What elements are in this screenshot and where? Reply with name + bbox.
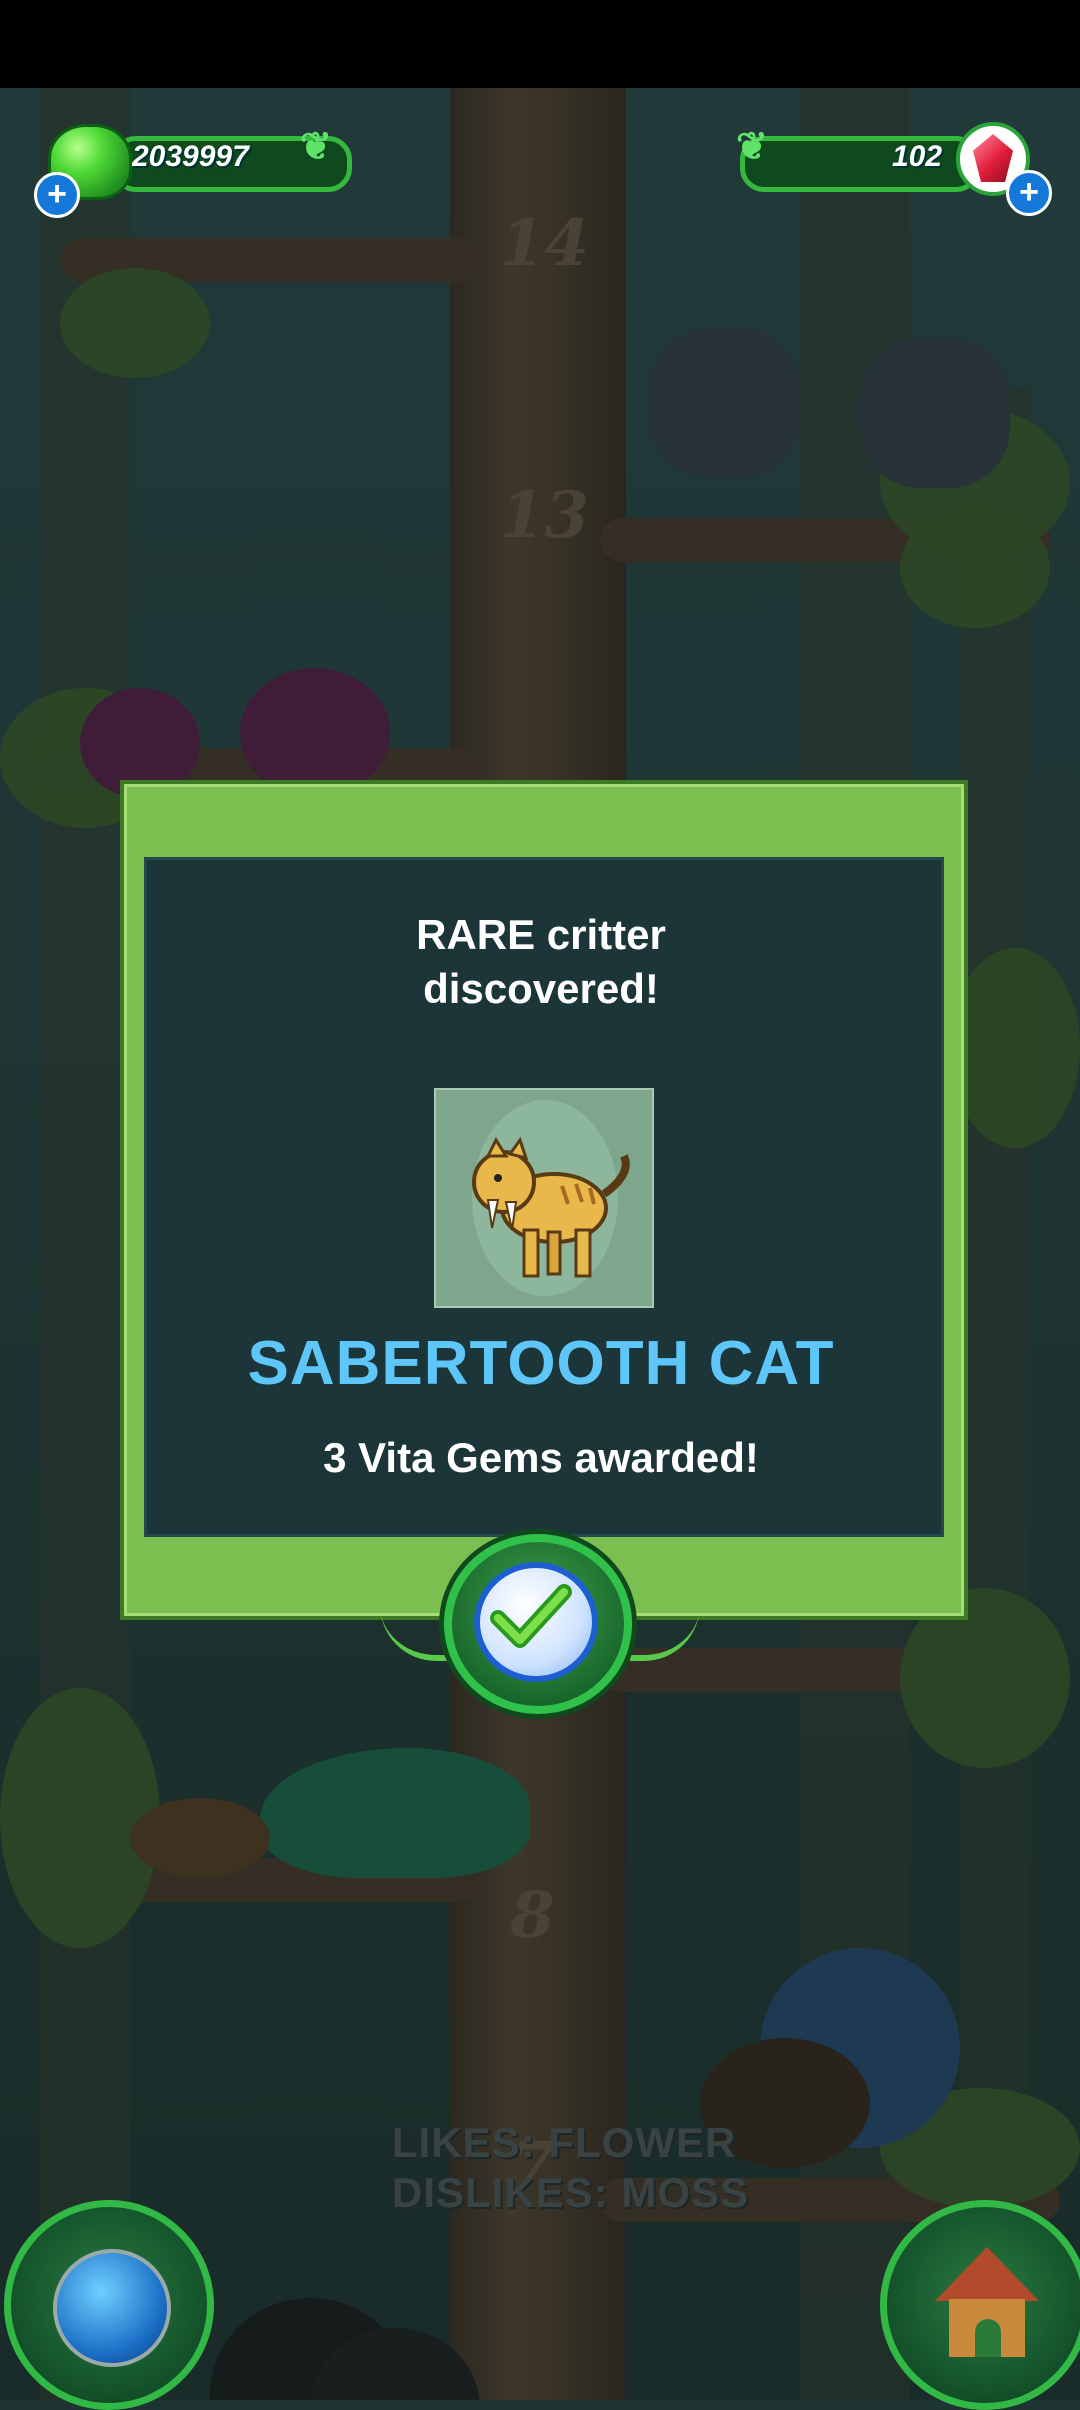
- status-bar: [0, 0, 1080, 88]
- dialog-title-line-2: discovered!: [423, 965, 659, 1012]
- sabertooth-cat-icon: [472, 1136, 630, 1278]
- vine-icon: ❦: [736, 126, 768, 168]
- gem-currency-bar: [740, 136, 980, 192]
- add-green-currency-button[interactable]: +: [34, 172, 80, 218]
- gem-currency-value: 102: [892, 140, 943, 173]
- confirm-button[interactable]: [444, 1534, 632, 1714]
- home-button[interactable]: [880, 2200, 1080, 2410]
- house-icon: [935, 2247, 1039, 2357]
- critter-portrait: [434, 1088, 654, 1308]
- reward-text: 3 Vita Gems awarded!: [323, 1434, 759, 1481]
- dialog-title-line-1: RARE critter: [416, 911, 666, 958]
- green-currency-value: 2039997: [132, 140, 249, 173]
- add-gem-currency-button[interactable]: +: [1006, 170, 1052, 216]
- vine-icon: ❦: [300, 126, 332, 168]
- critter-name: SABERTOOTH CAT: [247, 1329, 835, 1398]
- globe-icon: [53, 2249, 171, 2367]
- dialog-title: RARE critter discovered!: [144, 908, 938, 1016]
- world-map-button[interactable]: [4, 2200, 214, 2410]
- checkmark-icon: [474, 1562, 598, 1682]
